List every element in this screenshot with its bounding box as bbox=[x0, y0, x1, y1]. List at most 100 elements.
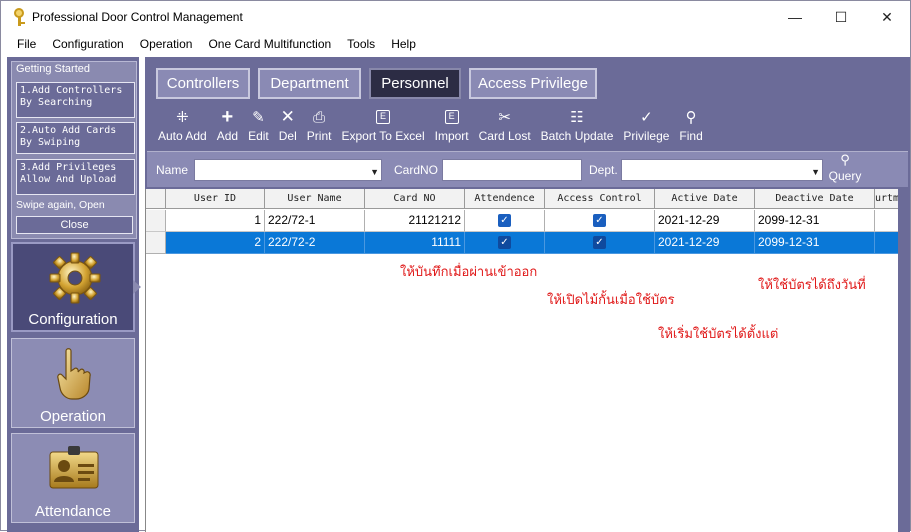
card-lost-button[interactable]: ✂ Card Lost bbox=[474, 105, 536, 149]
cell-access-control: ✓ bbox=[545, 210, 655, 232]
table-row-selected[interactable]: 2 222/72-2 11111 ✓ ✓ 2021-12-29 2099-12-… bbox=[146, 232, 898, 254]
getting-started-title: Getting Started bbox=[16, 63, 90, 75]
import-button[interactable]: E Import bbox=[430, 105, 474, 149]
import-label: Import bbox=[434, 129, 469, 143]
col-deactive-date[interactable]: Deactive Date bbox=[755, 189, 875, 209]
close-button[interactable]: ✕ bbox=[864, 1, 910, 33]
minimize-button[interactable]: — bbox=[772, 1, 818, 33]
access-control-checkbox[interactable]: ✓ bbox=[593, 236, 606, 250]
col-attendence[interactable]: Attendence bbox=[465, 189, 545, 209]
hand-pointer-icon bbox=[57, 348, 91, 400]
chevron-down-icon: ▼ bbox=[811, 167, 820, 177]
row-header[interactable] bbox=[146, 210, 166, 232]
annotation-deactive-date: ให้ใช้บัตรได้ถึงวันที่ bbox=[758, 278, 866, 293]
getting-started-close-button[interactable]: Close bbox=[16, 216, 133, 234]
cardno-input[interactable] bbox=[442, 159, 582, 181]
print-button[interactable]: ⎙ Print bbox=[302, 105, 337, 149]
auto-add-icon: ⁜ bbox=[176, 109, 189, 126]
batch-update-icon: ☷ bbox=[570, 109, 584, 126]
maximize-button[interactable]: ☐ bbox=[818, 1, 864, 33]
annotation-active-date: ให้เริ่มใช้บัตรได้ตั้งแต่ bbox=[658, 327, 779, 342]
col-department[interactable]: urtm bbox=[875, 189, 898, 209]
menu-help[interactable]: Help bbox=[383, 33, 424, 55]
auto-add-label: Auto Add bbox=[158, 129, 207, 143]
access-control-checkbox[interactable]: ✓ bbox=[593, 214, 606, 228]
export-icon: E bbox=[374, 108, 392, 126]
dept-combobox[interactable]: ▼ bbox=[621, 159, 823, 181]
table-row[interactable]: 1 222/72-1 21121212 ✓ ✓ 2021-12-29 2099-… bbox=[146, 210, 898, 232]
batch-update-button[interactable]: ☷ Batch Update bbox=[536, 105, 619, 149]
name-combobox[interactable]: ▼ bbox=[194, 159, 382, 181]
col-card-no[interactable]: Card NO bbox=[365, 189, 465, 209]
grid-scroll-area[interactable] bbox=[898, 189, 910, 532]
attendence-checkbox[interactable]: ✓ bbox=[498, 214, 511, 228]
find-button[interactable]: ⚲ Find bbox=[674, 105, 707, 149]
tab-personnel[interactable]: Personnel bbox=[369, 68, 461, 99]
active-indicator bbox=[133, 280, 141, 294]
title-bar: Professional Door Control Management — ☐… bbox=[1, 1, 910, 33]
dept-label: Dept. bbox=[589, 163, 618, 177]
delete-label: Del bbox=[278, 129, 297, 143]
privilege-icon: ✓ bbox=[640, 109, 653, 126]
tab-access-privilege[interactable]: Access Privilege bbox=[469, 68, 597, 99]
col-active-date[interactable]: Active Date bbox=[655, 189, 755, 209]
export-label: Export To Excel bbox=[341, 129, 425, 143]
toolbar: ⁜ Auto Add + Add ✎ Edit ✕ Del ⎙ Print E … bbox=[147, 105, 908, 149]
annotation-attendance: ให้บันทึกเมื่อผ่านเข้าออก bbox=[400, 265, 538, 280]
attendence-checkbox[interactable]: ✓ bbox=[498, 236, 511, 250]
tab-bar: Controllers Department Personnel Access … bbox=[156, 68, 597, 100]
getting-started-panel: Getting Started 1.Add Controllers By Sea… bbox=[11, 61, 137, 239]
cell-active-date: 2021-12-29 bbox=[655, 210, 755, 232]
add-button[interactable]: + Add bbox=[212, 105, 243, 149]
cell-attendence: ✓ bbox=[465, 232, 545, 254]
row-header[interactable] bbox=[146, 232, 166, 254]
step-auto-add-cards-button[interactable]: 2.Auto Add Cards By Swiping bbox=[16, 122, 135, 154]
cell-department bbox=[875, 232, 898, 254]
key-icon bbox=[12, 8, 26, 26]
step-add-controllers-button[interactable]: 1.Add Controllers By Searching bbox=[16, 82, 135, 118]
gear-icon bbox=[49, 252, 101, 304]
window-title: Professional Door Control Management bbox=[32, 10, 243, 24]
find-label: Find bbox=[679, 129, 703, 143]
export-excel-button[interactable]: E Export To Excel bbox=[336, 105, 429, 149]
col-access-control[interactable]: Access Control bbox=[545, 189, 655, 209]
cell-deactive-date: 2099-12-31 bbox=[755, 232, 875, 254]
menu-one-card[interactable]: One Card Multifunction bbox=[200, 33, 339, 55]
tab-department[interactable]: Department bbox=[258, 68, 361, 99]
card-lost-icon: ✂ bbox=[498, 109, 511, 126]
print-label: Print bbox=[306, 129, 332, 143]
menu-bar: File Configuration Operation One Card Mu… bbox=[1, 33, 910, 55]
menu-tools[interactable]: Tools bbox=[339, 33, 383, 55]
edit-button[interactable]: ✎ Edit bbox=[243, 105, 274, 149]
menu-file[interactable]: File bbox=[9, 33, 44, 55]
nav-configuration[interactable]: Configuration bbox=[11, 242, 141, 332]
step-add-privileges-button[interactable]: 3.Add Privileges Allow And Upload bbox=[16, 159, 135, 195]
swipe-again-text: Swipe again, Open bbox=[16, 199, 105, 211]
col-user-name[interactable]: User Name bbox=[265, 189, 365, 209]
tab-controllers[interactable]: Controllers bbox=[156, 68, 250, 99]
id-card-icon bbox=[49, 446, 99, 489]
annotation-access-control: ให้เปิดไม้กั้นเมื่อใช้บัตร bbox=[547, 293, 675, 308]
cell-attendence: ✓ bbox=[465, 210, 545, 232]
privilege-button[interactable]: ✓ Privilege bbox=[618, 105, 674, 149]
nav-operation-label: Operation bbox=[40, 408, 106, 425]
grid-header: User ID User Name Card NO Attendence Acc… bbox=[146, 189, 898, 209]
window-controls: — ☐ ✕ bbox=[772, 1, 910, 33]
cell-deactive-date: 2099-12-31 bbox=[755, 210, 875, 232]
menu-operation[interactable]: Operation bbox=[132, 33, 201, 55]
query-button[interactable]: ⚲ Query bbox=[825, 153, 865, 185]
cell-card-no: 11111 bbox=[365, 232, 465, 254]
cell-user-id: 2 bbox=[166, 232, 265, 254]
plus-icon: + bbox=[221, 105, 234, 128]
delete-button[interactable]: ✕ Del bbox=[274, 105, 302, 149]
menu-configuration[interactable]: Configuration bbox=[44, 33, 131, 55]
nav-attendance[interactable]: Attendance bbox=[11, 433, 135, 523]
col-user-id[interactable]: User ID bbox=[166, 189, 265, 209]
add-label: Add bbox=[216, 129, 239, 143]
privilege-label: Privilege bbox=[623, 129, 670, 143]
pencil-icon: ✎ bbox=[252, 109, 265, 126]
auto-add-button[interactable]: ⁜ Auto Add bbox=[153, 105, 212, 149]
personnel-grid: User ID User Name Card NO Attendence Acc… bbox=[145, 189, 898, 532]
cell-user-name: 222/72-1 bbox=[265, 210, 365, 232]
nav-operation[interactable]: Operation bbox=[11, 338, 135, 428]
